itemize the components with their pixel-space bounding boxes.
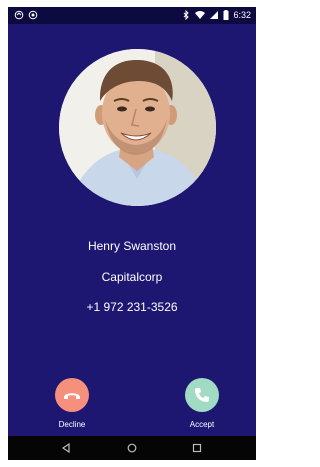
incoming-call-screen: 6:32 Henry Swanston Capitalcorp +1 972 2… <box>8 7 256 460</box>
decline-label: Decline <box>58 420 86 429</box>
status-bar: 6:32 <box>8 7 256 24</box>
status-time: 6:32 <box>233 10 251 20</box>
caller-name: Henry Swanston <box>87 239 177 253</box>
home-icon <box>127 443 137 453</box>
accept-button[interactable] <box>185 378 219 412</box>
hang-up-icon <box>64 393 80 399</box>
accept-label: Accept <box>189 420 215 429</box>
caller-photo <box>59 49 216 206</box>
recents-icon <box>192 443 202 453</box>
recents-button[interactable] <box>190 441 204 455</box>
battery-icon <box>223 10 229 20</box>
navigation-bar <box>8 436 256 460</box>
back-button[interactable] <box>59 441 73 455</box>
home-button[interactable] <box>125 441 139 455</box>
caller-phone-number: +1 972 231-3526 <box>86 300 178 314</box>
decline-button[interactable] <box>55 378 89 412</box>
nfc-icon <box>28 10 38 20</box>
bluetooth-icon <box>184 10 190 20</box>
signal-icon <box>210 11 219 19</box>
caller-avatar <box>59 49 216 206</box>
sync-icon <box>14 10 24 20</box>
phone-icon <box>195 388 209 402</box>
wifi-icon <box>195 11 206 19</box>
caller-company: Capitalcorp <box>101 270 163 284</box>
back-icon <box>61 443 70 453</box>
